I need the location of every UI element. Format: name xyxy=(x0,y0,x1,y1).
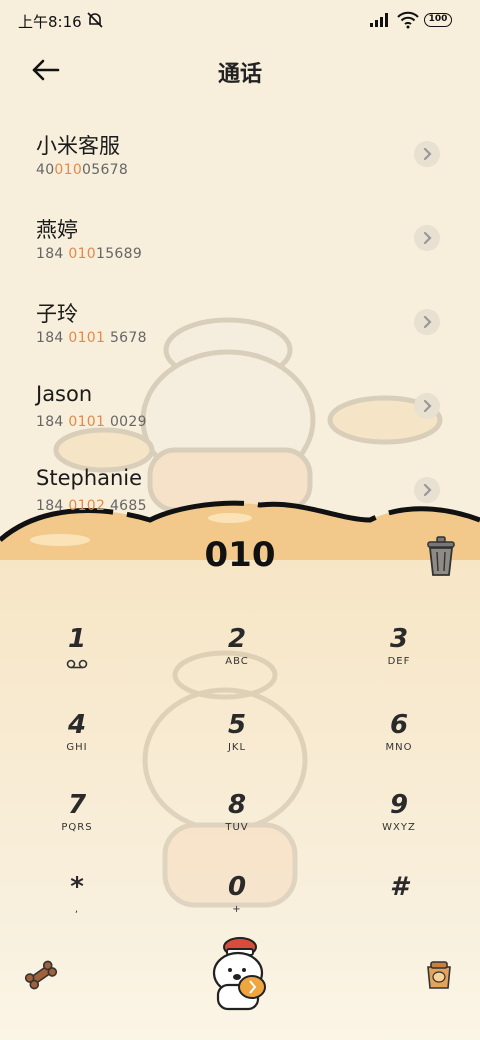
key-6[interactable]: 6 MNO xyxy=(344,710,454,780)
wifi-icon xyxy=(397,11,419,29)
contact-name: 燕婷 xyxy=(36,218,78,242)
chevron-right-icon[interactable] xyxy=(414,477,440,503)
chevron-right-icon[interactable] xyxy=(414,225,440,251)
key-1[interactable]: 1 xyxy=(22,624,132,694)
page-title: 通话 xyxy=(217,62,262,87)
contact-number: 184 0101 0029 xyxy=(36,414,147,430)
key-5[interactable]: 5 JKL xyxy=(182,710,292,780)
contact-row[interactable]: Jason 184 0101 0029 xyxy=(0,364,480,448)
dialed-number: 010 xyxy=(204,535,276,575)
contact-number: 184 01015689 xyxy=(36,246,143,262)
header: 通话 xyxy=(0,44,480,96)
contact-row[interactable]: 小米客服 4001005678 xyxy=(0,112,480,196)
contact-number: 184 0101 5678 xyxy=(36,330,147,346)
contact-row[interactable]: 燕婷 184 01015689 xyxy=(0,196,480,280)
contact-number: 184 0102 4685 xyxy=(36,498,147,514)
contact-name: Stephanie xyxy=(36,466,143,490)
status-bar: 上午8:16 100 xyxy=(0,0,480,40)
contact-row[interactable]: 子玲 184 0101 5678 xyxy=(0,280,480,364)
chevron-right-icon[interactable] xyxy=(414,393,440,419)
contact-name: 小米客服 xyxy=(36,134,120,158)
contact-name: Jason xyxy=(36,382,93,406)
battery-indicator: 100 xyxy=(424,13,452,27)
signal-icon xyxy=(370,13,388,27)
bread-bag-icon[interactable] xyxy=(424,960,454,990)
chevron-right-icon[interactable] xyxy=(414,309,440,335)
key-hash[interactable]: # xyxy=(344,872,454,942)
key-0[interactable]: 0 + xyxy=(182,872,292,942)
key-3[interactable]: 3 DEF xyxy=(344,624,454,694)
contact-row[interactable]: Stephanie 184 0102 4685 xyxy=(0,448,480,532)
trash-can-icon[interactable] xyxy=(425,536,457,578)
chef-mascot-call-icon[interactable] xyxy=(200,935,280,1015)
contact-name: 子玲 xyxy=(36,302,78,326)
status-time: 上午8:16 xyxy=(18,13,82,31)
key-9[interactable]: 9 WXYZ xyxy=(344,790,454,860)
voicemail-icon xyxy=(66,659,88,669)
key-star[interactable]: *, xyxy=(22,872,132,942)
bell-muted-icon xyxy=(87,12,103,28)
dog-bone-icon[interactable] xyxy=(24,960,58,990)
key-8[interactable]: 8 TUV xyxy=(182,790,292,860)
key-2[interactable]: 2 ABC xyxy=(182,624,292,694)
chevron-right-icon[interactable] xyxy=(414,141,440,167)
contact-number: 4001005678 xyxy=(36,162,129,178)
key-4[interactable]: 4 GHI xyxy=(22,710,132,780)
key-7[interactable]: 7 PQRS xyxy=(22,790,132,860)
